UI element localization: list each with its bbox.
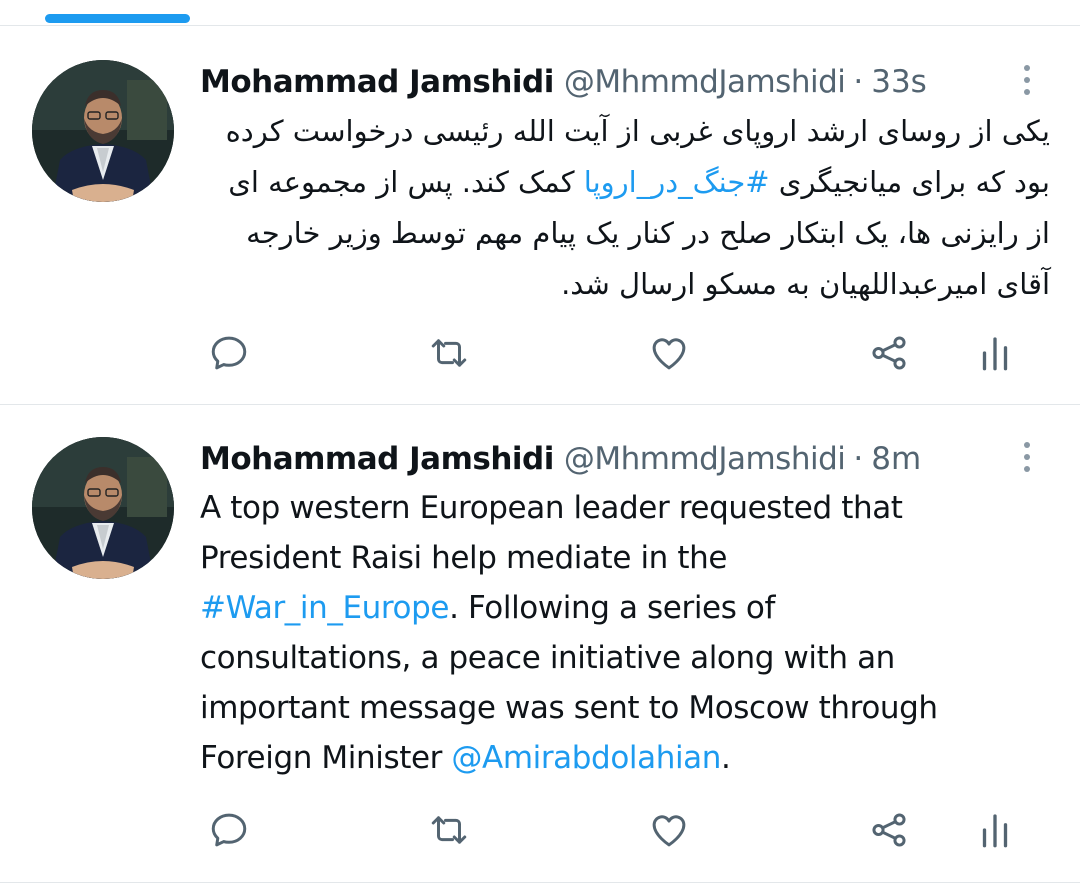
reply-icon	[211, 336, 247, 370]
share-icon	[872, 813, 906, 847]
text-line: #War_in_Europe. Following a series of	[200, 583, 1050, 633]
more-icon[interactable]	[1018, 437, 1036, 477]
author-handle[interactable]: @MhmmdJamshidi	[564, 64, 846, 100]
profile-photo	[32, 60, 174, 202]
timestamp[interactable]: 8m	[871, 441, 921, 477]
reply-button[interactable]	[204, 328, 254, 378]
text-line: important message was sent to Moscow thr…	[200, 690, 938, 726]
like-icon	[652, 338, 686, 370]
hashtag-link[interactable]: #جنگ_در_اروپا	[584, 165, 770, 199]
action-bar	[200, 805, 1060, 855]
tweet-text: A top western European leader requested …	[200, 483, 1050, 783]
share-icon	[872, 336, 906, 370]
analytics-icon	[982, 337, 1008, 371]
like-icon	[652, 815, 686, 847]
hashtag-link[interactable]: #War_in_Europe	[200, 590, 449, 626]
text-fragment: . Following a series of	[449, 590, 775, 626]
text-fragment: .	[721, 740, 731, 776]
retweet-icon	[431, 339, 467, 367]
bottom-divider	[0, 882, 1080, 883]
share-button[interactable]	[864, 328, 914, 378]
reply-icon	[211, 813, 247, 847]
avatar[interactable]	[32, 437, 174, 579]
like-button[interactable]	[644, 805, 694, 855]
action-bar	[200, 328, 1060, 378]
tab-active-indicator	[45, 14, 190, 23]
tweet-header: Mohammad Jamshidi @MhmmdJamshidi · 8m	[200, 437, 921, 481]
separator-dot: ·	[853, 441, 864, 477]
more-icon[interactable]	[1018, 60, 1036, 100]
analytics-button[interactable]	[970, 805, 1020, 855]
reply-button[interactable]	[204, 805, 254, 855]
text-line: A top western European leader requested …	[200, 490, 903, 526]
text-fragment: Foreign Minister	[200, 740, 452, 776]
avatar[interactable]	[32, 60, 174, 202]
share-button[interactable]	[864, 805, 914, 855]
analytics-icon	[982, 814, 1008, 848]
timestamp[interactable]: 33s	[871, 64, 927, 100]
retweet-icon	[431, 816, 467, 844]
profile-photo	[32, 437, 174, 579]
retweet-button[interactable]	[424, 805, 474, 855]
tweet-divider	[0, 404, 1080, 405]
text-line: President Raisi help mediate in the	[200, 540, 728, 576]
separator-dot: ·	[853, 64, 864, 100]
mention-link[interactable]: @Amirabdolahian	[451, 740, 721, 776]
text-line: Foreign Minister @Amirabdolahian.	[200, 733, 1050, 783]
text-line: consultations, a peace initiative along …	[200, 640, 895, 676]
like-button[interactable]	[644, 328, 694, 378]
top-divider	[0, 25, 1080, 26]
tweet-header: Mohammad Jamshidi @MhmmdJamshidi · 33s	[200, 60, 927, 104]
author-name[interactable]: Mohammad Jamshidi	[200, 441, 554, 477]
tweet-text: یکی از روسای ارشد اروپای غربی از آیت الل…	[200, 106, 1050, 310]
author-name[interactable]: Mohammad Jamshidi	[200, 64, 554, 100]
author-handle[interactable]: @MhmmdJamshidi	[564, 441, 846, 477]
retweet-button[interactable]	[424, 328, 474, 378]
analytics-button[interactable]	[970, 328, 1020, 378]
